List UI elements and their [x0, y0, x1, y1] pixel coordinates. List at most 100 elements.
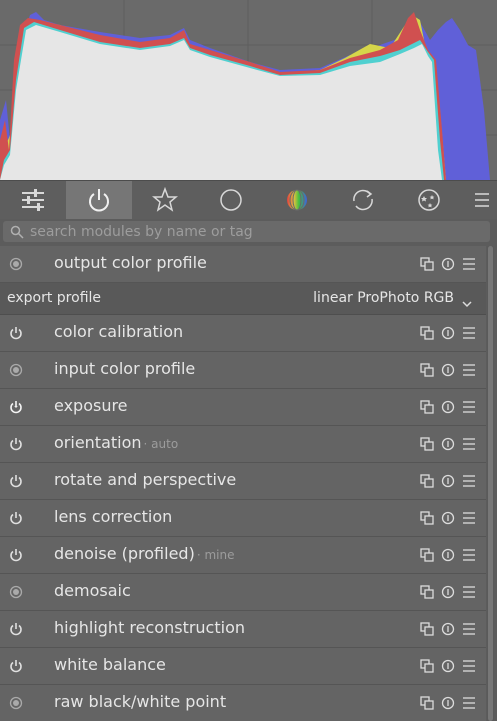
presets-icon	[420, 585, 434, 599]
presets-button[interactable]	[459, 472, 479, 490]
multi-instance-button[interactable]	[417, 583, 437, 601]
reset-button[interactable]	[438, 546, 458, 564]
power-icon[interactable]	[7, 435, 25, 453]
multi-instance-button[interactable]	[417, 620, 437, 638]
reset-button[interactable]	[438, 472, 458, 490]
export-profile-value: linear ProPhoto RGB	[313, 290, 454, 306]
tab-base-modules[interactable]	[132, 181, 198, 219]
multi-instance-button[interactable]	[417, 694, 437, 712]
always-on-icon[interactable]	[7, 255, 25, 273]
module-row[interactable]: white balance	[0, 648, 486, 685]
multi-instance-button[interactable]	[417, 472, 437, 490]
presets-button[interactable]	[459, 546, 479, 564]
reset-button[interactable]	[438, 509, 458, 527]
multi-instance-button[interactable]	[417, 398, 437, 416]
tab-effect-modules[interactable]	[396, 181, 462, 219]
tab-quick-access-panel[interactable]	[0, 181, 66, 219]
reset-button[interactable]	[438, 620, 458, 638]
module-row[interactable]: orientation · auto	[0, 426, 486, 463]
presets-button[interactable]	[459, 255, 479, 273]
module-row[interactable]: output color profile	[0, 246, 486, 283]
multi-instance-button[interactable]	[417, 509, 437, 527]
menu-icon	[463, 327, 475, 339]
module-name: white balance	[54, 655, 166, 674]
module-list: output color profile export profile linear…	[0, 246, 486, 721]
power-icon[interactable]	[7, 546, 25, 564]
module-header-buttons	[417, 255, 480, 273]
group-presets-menu[interactable]	[466, 181, 497, 219]
power-icon[interactable]	[7, 472, 25, 490]
menu-icon	[463, 475, 475, 487]
module-name: orientation · auto	[54, 433, 178, 452]
module-header-buttons	[417, 509, 480, 527]
reset-button[interactable]	[438, 255, 458, 273]
menu-icon	[463, 512, 475, 524]
menu-icon	[463, 401, 475, 413]
menu-icon	[463, 438, 475, 450]
export-profile-combobox[interactable]: export profile linear ProPhoto RGB	[0, 283, 486, 315]
always-on-icon[interactable]	[7, 694, 25, 712]
sliders-icon	[22, 189, 44, 211]
module-row[interactable]: highlight reconstruction	[0, 611, 486, 648]
module-row[interactable]: denoise (profiled) · mine	[0, 537, 486, 574]
module-name-text: color calibration	[54, 322, 184, 341]
module-header-buttons	[417, 657, 480, 675]
multi-instance-button[interactable]	[417, 255, 437, 273]
color-circle-icon	[287, 189, 307, 211]
module-header-buttons	[417, 620, 480, 638]
presets-button[interactable]	[459, 657, 479, 675]
reset-icon	[441, 257, 455, 271]
module-row[interactable]: input color profile	[0, 352, 486, 389]
presets-button[interactable]	[459, 694, 479, 712]
multi-instance-button[interactable]	[417, 546, 437, 564]
reset-button[interactable]	[438, 324, 458, 342]
power-icon[interactable]	[7, 657, 25, 675]
presets-icon	[420, 622, 434, 636]
presets-icon	[420, 659, 434, 673]
power-icon[interactable]	[7, 324, 25, 342]
always-on-icon[interactable]	[7, 583, 25, 601]
module-row[interactable]: color calibration	[0, 315, 486, 352]
multi-instance-button[interactable]	[417, 657, 437, 675]
presets-button[interactable]	[459, 620, 479, 638]
reset-button[interactable]	[438, 398, 458, 416]
search-input[interactable]	[24, 220, 490, 243]
multi-instance-button[interactable]	[417, 324, 437, 342]
presets-button[interactable]	[459, 361, 479, 379]
tab-active-modules[interactable]	[66, 181, 132, 219]
always-on-icon[interactable]	[7, 361, 25, 379]
tab-tone-modules[interactable]	[198, 181, 264, 219]
presets-button[interactable]	[459, 509, 479, 527]
presets-icon	[420, 474, 434, 488]
power-icon[interactable]	[7, 620, 25, 638]
module-row[interactable]: rotate and perspective	[0, 463, 486, 500]
scrollbar[interactable]	[487, 246, 494, 721]
module-row[interactable]: lens correction	[0, 500, 486, 537]
presets-button[interactable]	[459, 398, 479, 416]
power-icon[interactable]	[7, 509, 25, 527]
reset-button[interactable]	[438, 583, 458, 601]
module-name: output color profile	[54, 253, 207, 272]
reset-icon	[441, 622, 455, 636]
reset-button[interactable]	[438, 657, 458, 675]
module-name: denoise (profiled) · mine	[54, 544, 234, 563]
multi-instance-button[interactable]	[417, 361, 437, 379]
module-row[interactable]: exposure	[0, 389, 486, 426]
reset-icon	[441, 511, 455, 525]
histogram[interactable]	[0, 0, 497, 180]
reset-button[interactable]	[438, 435, 458, 453]
reset-button[interactable]	[438, 361, 458, 379]
presets-button[interactable]	[459, 324, 479, 342]
reset-button[interactable]	[438, 694, 458, 712]
tab-correct-modules[interactable]	[330, 181, 396, 219]
module-header-buttons	[417, 324, 480, 342]
module-row[interactable]: raw black/white point	[0, 685, 486, 721]
presets-button[interactable]	[459, 583, 479, 601]
module-name-text: input color profile	[54, 359, 196, 378]
presets-button[interactable]	[459, 435, 479, 453]
scrollbar-thumb[interactable]	[488, 246, 493, 721]
power-icon[interactable]	[7, 398, 25, 416]
module-row[interactable]: demosaic	[0, 574, 486, 611]
multi-instance-button[interactable]	[417, 435, 437, 453]
tab-color-modules[interactable]	[264, 181, 330, 219]
